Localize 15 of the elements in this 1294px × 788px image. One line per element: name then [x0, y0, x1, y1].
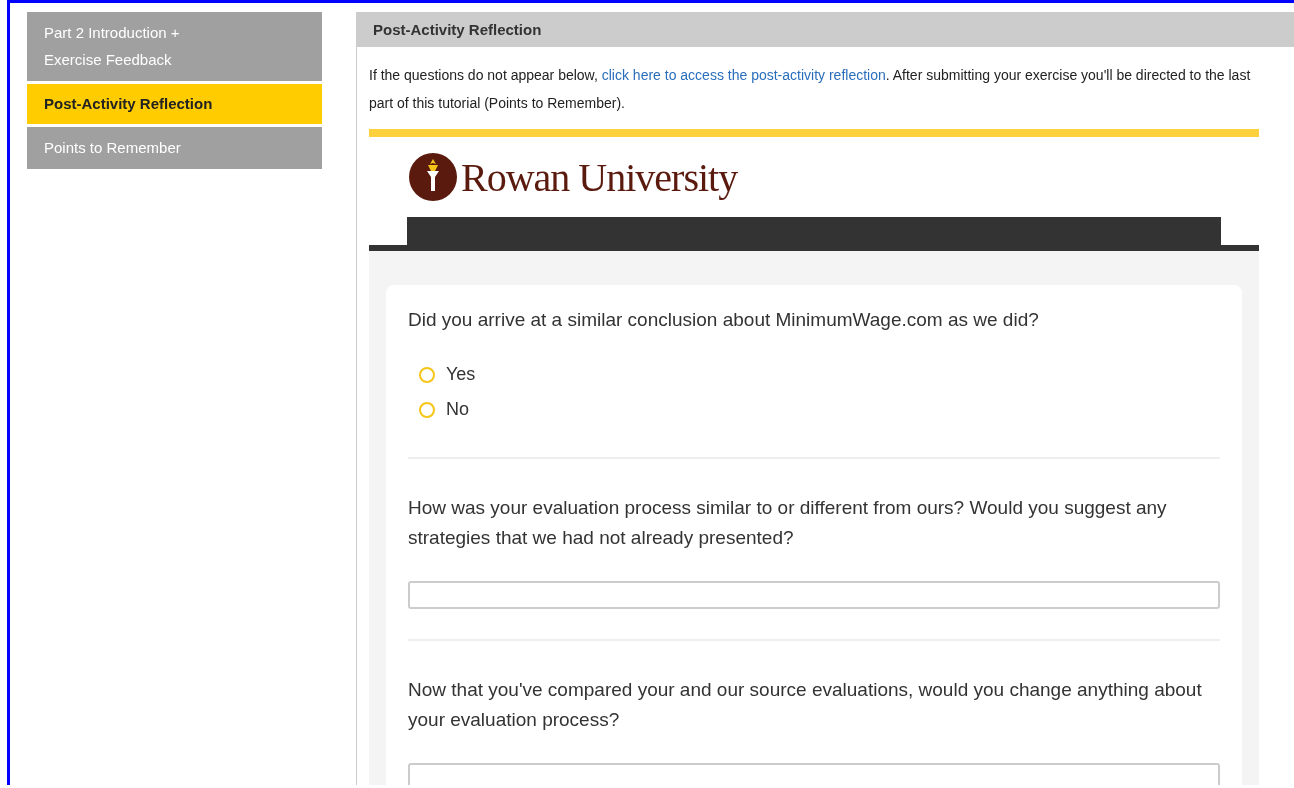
radio-icon[interactable] [419, 401, 435, 418]
panel-title: Post-Activity Reflection [357, 12, 1294, 47]
radio-option[interactable]: No [408, 392, 1220, 427]
answer-field[interactable] [408, 763, 1220, 785]
sidebar-item[interactable]: Post-Activity Reflection [27, 84, 322, 124]
question-text: How was your evaluation process similar to or different from ours? Would you suggest any strategies that we had not already presented? [408, 496, 1168, 550]
answer-field[interactable] [408, 581, 1220, 609]
question-text: Did you arrive at a similar conclusion about MinimumWage.com as we did? [408, 308, 1040, 332]
radio-icon[interactable] [419, 366, 435, 383]
intro-text: If the questions do not appear below, click here to access the post-activity reflection. After submitting your exercise you'll be directed to the last part of this tutorial (Points to Remember). [369, 66, 1252, 113]
torch-logo-icon [409, 153, 457, 201]
radio-option[interactable]: Yes [408, 357, 1220, 392]
logo-text: Rowan University [461, 153, 738, 201]
reflection-link[interactable]: click here to access the post-activity reflection [601, 67, 886, 83]
question-text: Now that you've compared your and our source evaluations, would you change anything about your evaluation process? [408, 678, 1203, 732]
